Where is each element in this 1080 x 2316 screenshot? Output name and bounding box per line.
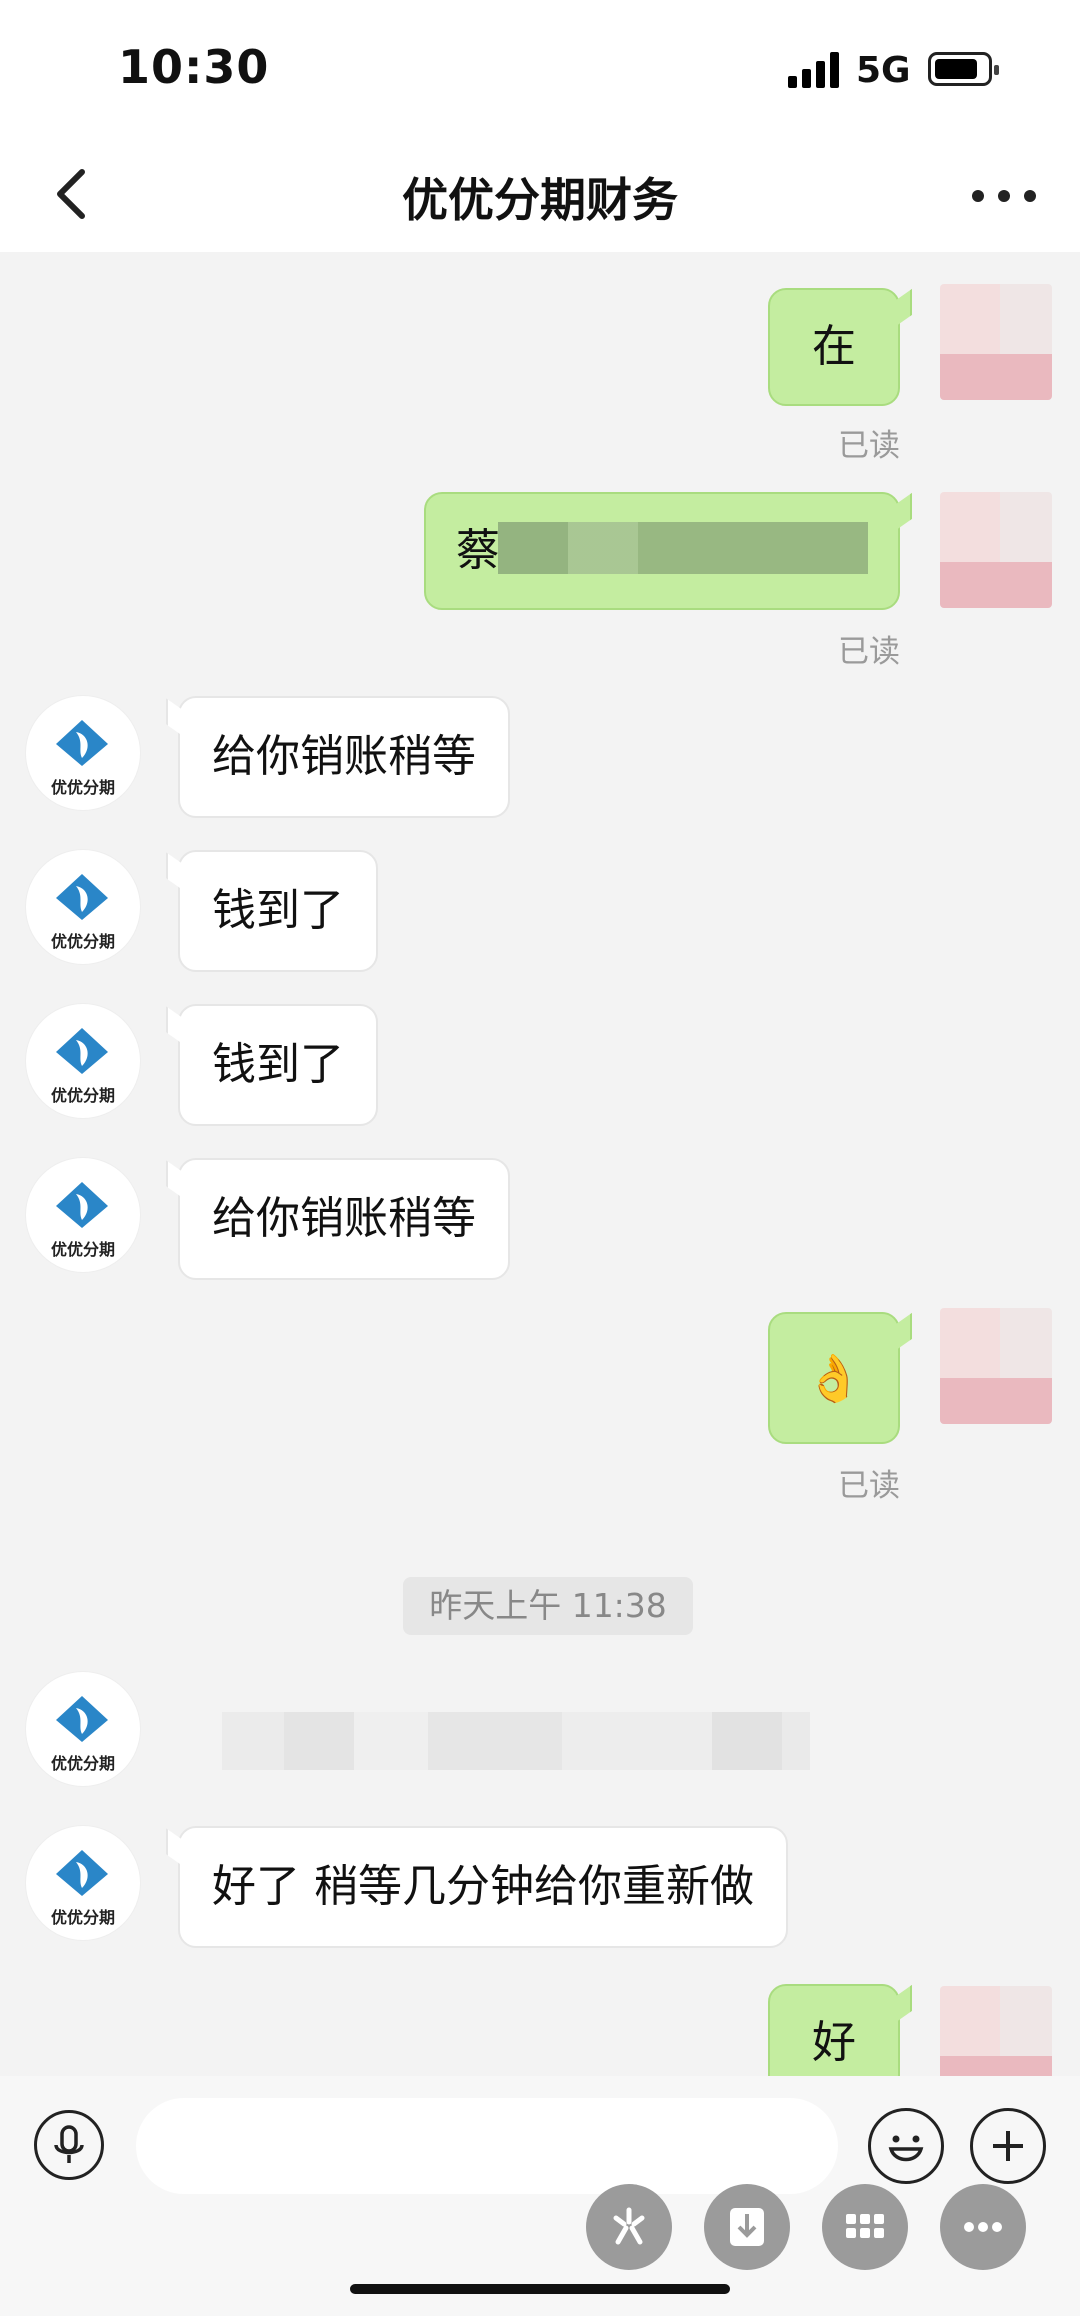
- avatar-label: 优优分期: [50, 1754, 115, 1773]
- microphone-icon: [54, 2125, 84, 2163]
- read-status: 已读: [838, 1468, 900, 1504]
- message-bubble-received[interactable]: 给你销账稍等: [178, 696, 510, 818]
- nav-bar: 优优分期财务: [0, 140, 1080, 252]
- more-button[interactable]: [970, 166, 1040, 226]
- message-bubble-sent[interactable]: 👌: [768, 1312, 900, 1444]
- sparkle-icon: [613, 2207, 645, 2245]
- plus-button[interactable]: [970, 2108, 1046, 2184]
- message-bubble-sent[interactable]: 好: [768, 1984, 900, 2076]
- voice-button[interactable]: [34, 2110, 104, 2180]
- network-type: 5G: [856, 50, 911, 91]
- avatar-label: 优优分期: [50, 1908, 115, 1927]
- download-icon: [730, 2208, 764, 2246]
- logo-icon: [56, 1028, 108, 1074]
- avatar[interactable]: 优优分期: [26, 1158, 140, 1272]
- chat-area[interactable]: 在 已读 蔡 已读 优优分期 给你销账稍等 优优分期 钱到了 优优分期 钱到了 …: [0, 252, 1080, 2076]
- avatar[interactable]: 优优分期: [26, 850, 140, 964]
- message-text: 蔡: [456, 525, 500, 576]
- logo-icon: [56, 1850, 108, 1896]
- logo-icon: [56, 720, 108, 766]
- read-status: 已读: [838, 428, 900, 464]
- download-tool-button[interactable]: [704, 2184, 790, 2270]
- message-bubble-received[interactable]: 给你销账稍等: [178, 1158, 510, 1280]
- home-indicator: [350, 2284, 730, 2294]
- message-timestamp: 昨天上午 11:38: [403, 1577, 693, 1635]
- message-text: 钱到了: [212, 1039, 344, 1090]
- avatar[interactable]: [940, 1986, 1052, 2076]
- input-bar: [0, 2076, 1080, 2316]
- avatar[interactable]: 优优分期: [26, 696, 140, 810]
- message-text: 好: [812, 2017, 856, 2068]
- message-bubble-sent[interactable]: 在: [768, 288, 900, 406]
- message-bubble-received[interactable]: 好了 稍等几分钟给你重新做: [178, 1826, 788, 1948]
- battery-icon: [928, 52, 999, 86]
- message-bubble-received[interactable]: 钱到了: [178, 850, 378, 972]
- message-bubble-sent[interactable]: 蔡: [424, 492, 900, 610]
- message-text: 在: [812, 321, 856, 372]
- avatar-label: 优优分期: [50, 1240, 115, 1259]
- message-text: 好了 稍等几分钟给你重新做: [212, 1861, 754, 1912]
- page-title: 优优分期财务: [402, 173, 678, 227]
- avatar[interactable]: 优优分期: [26, 1826, 140, 1940]
- emoji-button[interactable]: [868, 2108, 944, 2184]
- logo-icon: [56, 1182, 108, 1228]
- smiley-icon: [888, 2135, 924, 2162]
- message-text: 给你销账稍等: [212, 1193, 476, 1244]
- avatar[interactable]: 优优分期: [26, 1004, 140, 1118]
- grid-icon: [846, 2214, 884, 2238]
- avatar-label: 优优分期: [50, 1086, 115, 1105]
- message-bubble-received[interactable]: 钱到了: [178, 1004, 378, 1126]
- status-time: 10:30: [118, 40, 270, 94]
- sparkle-tool-button[interactable]: [586, 2184, 672, 2270]
- avatar-label: 优优分期: [50, 932, 115, 951]
- avatar[interactable]: [940, 1308, 1052, 1424]
- grid-tool-button[interactable]: [822, 2184, 908, 2270]
- more-dots-icon: [964, 2222, 1002, 2232]
- logo-icon: [56, 1696, 108, 1742]
- more-tool-button[interactable]: [940, 2184, 1026, 2270]
- message-text: 给你销账稍等: [212, 731, 476, 782]
- message-text: 钱到了: [212, 885, 344, 936]
- avatar[interactable]: 优优分期: [26, 1672, 140, 1786]
- plus-icon: [993, 2131, 1023, 2161]
- ok-hand-emoji: 👌: [805, 1351, 863, 1405]
- redacted-text: [498, 522, 868, 574]
- avatar[interactable]: [940, 492, 1052, 608]
- logo-icon: [56, 874, 108, 920]
- avatar-label: 优优分期: [50, 778, 115, 797]
- status-bar: 10:30 5G: [0, 0, 1080, 140]
- avatar[interactable]: [940, 284, 1052, 400]
- signal-icon: [788, 52, 840, 88]
- message-input[interactable]: [136, 2098, 838, 2194]
- read-status: 已读: [838, 634, 900, 670]
- redacted-message: [222, 1712, 810, 1770]
